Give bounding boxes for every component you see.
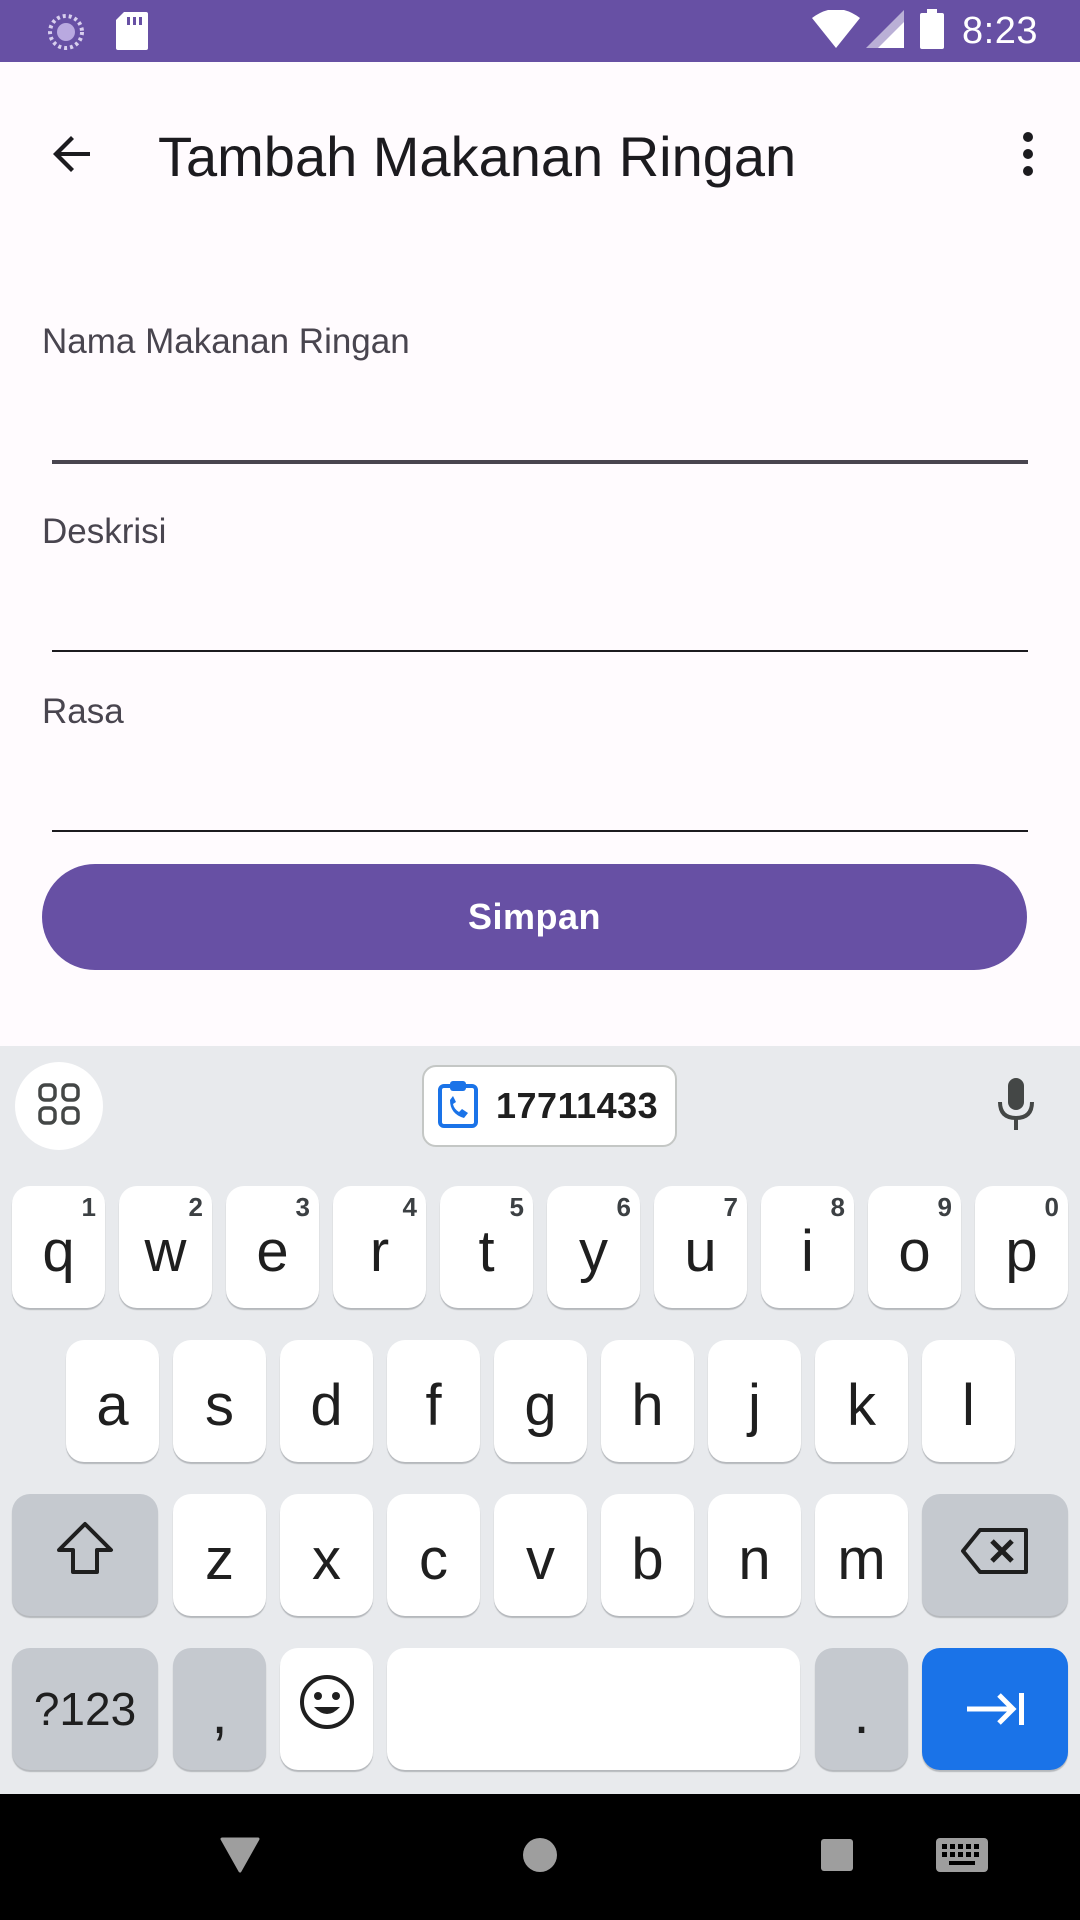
- nav-back-button[interactable]: [204, 1824, 276, 1890]
- key-b[interactable]: b: [601, 1494, 694, 1616]
- status-bar: 8:23: [0, 0, 1080, 62]
- key-g[interactable]: g: [494, 1340, 587, 1462]
- recents-square-icon: [820, 1838, 854, 1877]
- space-key[interactable]: [387, 1648, 800, 1770]
- key-h[interactable]: h: [601, 1340, 694, 1462]
- emoji-key[interactable]: [280, 1648, 373, 1770]
- key-u[interactable]: u7: [654, 1186, 747, 1308]
- wifi-icon: [812, 8, 861, 53]
- key-j[interactable]: j: [708, 1340, 801, 1462]
- arrow-back-icon: [48, 130, 96, 183]
- keyboard: 17711433 q1 w2 e3 r4 t5 y6 u7 i8 o9 p0 a…: [0, 1046, 1080, 1794]
- signal-icon: [866, 9, 905, 53]
- symbols-key[interactable]: ?123: [12, 1648, 158, 1770]
- save-button[interactable]: Simpan: [42, 864, 1027, 970]
- rasa-underline: [52, 830, 1028, 832]
- key-r[interactable]: r4: [333, 1186, 426, 1308]
- key-v[interactable]: v: [494, 1494, 587, 1616]
- back-button[interactable]: [30, 114, 114, 198]
- back-triangle-icon: [220, 1837, 260, 1878]
- clipboard-text: 17711433: [496, 1085, 659, 1126]
- nama-input[interactable]: [52, 392, 1028, 456]
- loading-icon: [46, 12, 86, 57]
- key-w[interactable]: w2: [119, 1186, 212, 1308]
- deskrisi-input[interactable]: [52, 582, 1028, 646]
- rasa-label: Rasa: [42, 692, 124, 731]
- home-circle-icon: [521, 1836, 559, 1879]
- clipboard-phone-icon: [438, 1080, 478, 1133]
- nama-underline: [52, 460, 1028, 464]
- battery-icon: [920, 8, 945, 54]
- voice-input-button[interactable]: [978, 1068, 1054, 1144]
- key-x[interactable]: x: [280, 1494, 373, 1616]
- shift-key[interactable]: [12, 1494, 158, 1616]
- key-s[interactable]: s: [173, 1340, 266, 1462]
- deskrisi-label: Deskrisi: [42, 512, 167, 551]
- tab-next-icon: [963, 1676, 1027, 1743]
- emoji-smile-icon: [298, 1673, 356, 1745]
- shift-arrow-icon: [55, 1520, 115, 1590]
- key-z[interactable]: z: [173, 1494, 266, 1616]
- key-t[interactable]: t5: [440, 1186, 533, 1308]
- key-e[interactable]: e3: [226, 1186, 319, 1308]
- system-nav-bar: [0, 1794, 1080, 1920]
- next-key[interactable]: [922, 1648, 1068, 1770]
- app-bar: Tambah Makanan Ringan: [0, 62, 1080, 232]
- key-q[interactable]: q1: [12, 1186, 105, 1308]
- key-n[interactable]: n: [708, 1494, 801, 1616]
- nav-home-button[interactable]: [504, 1824, 576, 1890]
- period-key[interactable]: .: [815, 1648, 908, 1770]
- key-y[interactable]: y6: [547, 1186, 640, 1308]
- nav-keyboard-button[interactable]: [926, 1824, 998, 1890]
- key-l[interactable]: l: [922, 1340, 1015, 1462]
- sd-card-icon: [116, 12, 148, 55]
- key-f[interactable]: f: [387, 1340, 480, 1462]
- more-options-button[interactable]: [988, 116, 1068, 196]
- page-title: Tambah Makanan Ringan: [158, 125, 797, 188]
- comma-key[interactable]: ,: [173, 1648, 266, 1770]
- status-time: 8:23: [962, 9, 1038, 52]
- key-o[interactable]: o9: [868, 1186, 961, 1308]
- key-p[interactable]: p0: [975, 1186, 1068, 1308]
- more-vert-icon: [1022, 131, 1034, 181]
- key-m[interactable]: m: [815, 1494, 908, 1616]
- backspace-icon: [960, 1522, 1030, 1589]
- grid-icon: [37, 1082, 81, 1131]
- key-a[interactable]: a: [66, 1340, 159, 1462]
- backspace-key[interactable]: [922, 1494, 1068, 1616]
- rasa-input[interactable]: [52, 762, 1028, 826]
- deskrisi-underline: [52, 650, 1028, 652]
- key-c[interactable]: c: [387, 1494, 480, 1616]
- clipboard-suggestion[interactable]: 17711433: [422, 1065, 677, 1147]
- key-d[interactable]: d: [280, 1340, 373, 1462]
- key-k[interactable]: k: [815, 1340, 908, 1462]
- key-i[interactable]: i8: [761, 1186, 854, 1308]
- microphone-icon: [996, 1077, 1036, 1135]
- keyboard-switch-icon: [935, 1837, 989, 1878]
- nama-label: Nama Makanan Ringan: [42, 322, 410, 361]
- keyboard-apps-button[interactable]: [15, 1062, 103, 1150]
- nav-recents-button[interactable]: [801, 1824, 873, 1890]
